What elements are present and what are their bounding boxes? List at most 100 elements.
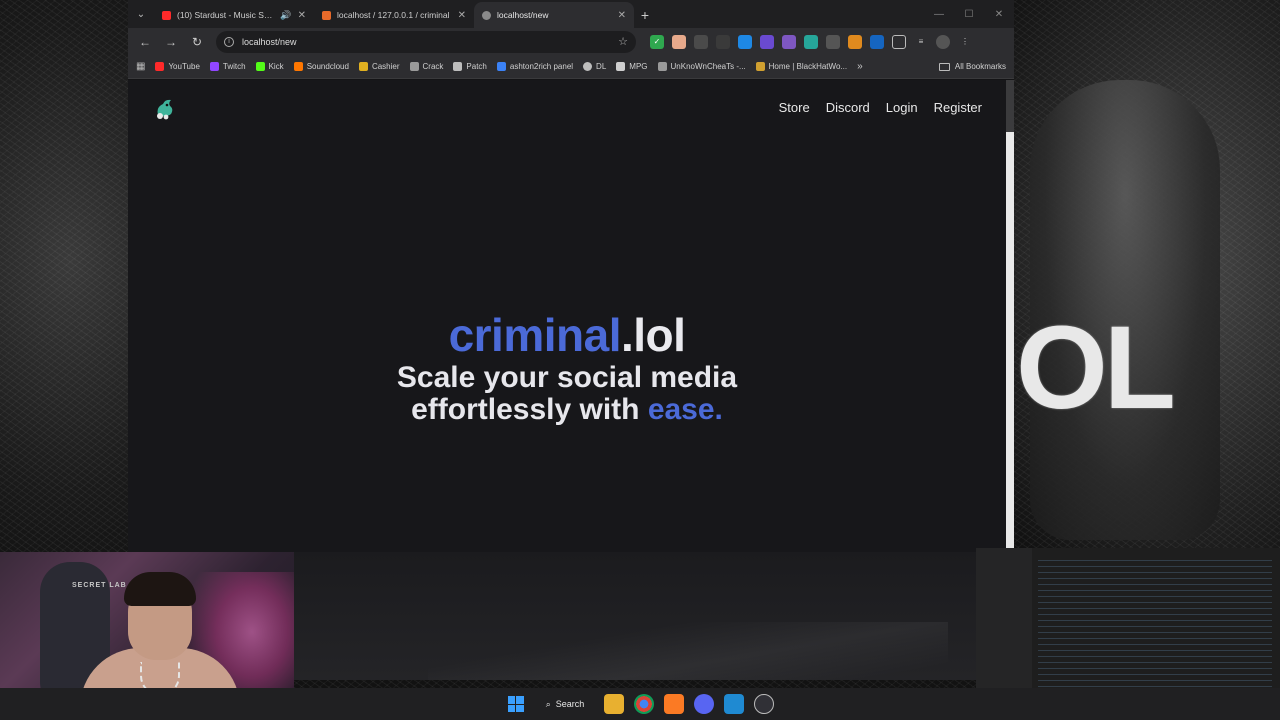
extension-icon[interactable] [694, 34, 708, 49]
brand-tld-text: .lol [620, 309, 686, 361]
speaker-icon[interactable]: 🔊 [280, 10, 291, 21]
extensions-bar: ✓ ≡ ⋮ [650, 34, 972, 49]
brand-heading: criminal.lol [128, 312, 1006, 358]
hero-section: criminal.lol Scale your social media eff… [128, 312, 1006, 427]
chrome-icon[interactable] [634, 694, 655, 714]
folder-icon [938, 62, 950, 71]
bookmark-twitch[interactable]: Twitch [209, 62, 246, 71]
windows-taskbar: ⌕ Search [0, 688, 1280, 720]
address-bar[interactable]: i localhost/new ☆ [216, 30, 636, 53]
back-button[interactable]: ← [134, 31, 156, 53]
bookmark-dl[interactable]: DL [583, 62, 606, 71]
extension-icon[interactable] [870, 34, 884, 49]
streamer-hair [124, 572, 196, 606]
close-window-icon[interactable]: ✕ [984, 9, 1014, 20]
nav-store-link[interactable]: Store [779, 100, 810, 115]
bookmark-label: Twitch [222, 62, 246, 71]
bookmarks-overflow-icon[interactable]: » [857, 61, 863, 72]
close-tab-icon[interactable]: ✕ [618, 10, 626, 21]
forward-button[interactable]: → [160, 31, 182, 53]
close-tab-icon[interactable]: ✕ [298, 10, 306, 21]
mpg-icon [616, 62, 626, 71]
phpmyadmin-favicon-icon [322, 10, 331, 20]
bookmark-panel[interactable]: ashton2rich panel [496, 62, 574, 71]
bookmarks-bar: ▦ YouTube Twitch Kick Soundcloud Cashier… [128, 55, 1014, 79]
windows-logo-icon [507, 696, 524, 712]
all-bookmarks-button[interactable]: All Bookmarks [938, 62, 1006, 71]
apps-grid-icon[interactable]: ▦ [136, 61, 145, 72]
bookmark-unknowncheats[interactable]: UnKnoWnCheaTs -... [657, 62, 746, 71]
all-bookmarks-label: All Bookmarks [954, 62, 1006, 71]
site-logo-icon[interactable] [152, 95, 178, 121]
file-explorer-icon[interactable] [604, 694, 625, 714]
profile-avatar[interactable] [936, 34, 950, 49]
unknowncheats-icon [657, 62, 667, 71]
bookmark-crack[interactable]: Crack [409, 62, 444, 71]
bookmark-patch[interactable]: Patch [453, 62, 487, 71]
extension-icon[interactable] [826, 34, 840, 49]
bookmark-cashier[interactable]: Cashier [358, 62, 400, 71]
minimize-icon[interactable]: — [924, 9, 954, 20]
tab-phpmyadmin[interactable]: localhost / 127.0.0.1 / criminal ✕ [314, 2, 474, 28]
bookmark-label: Soundcloud [306, 62, 349, 71]
bookmark-label: Cashier [371, 62, 400, 71]
close-tab-icon[interactable]: ✕ [458, 10, 466, 21]
bookmark-soundcloud[interactable]: Soundcloud [293, 62, 349, 71]
bookmark-label: Home | BlackHatWo... [768, 62, 848, 71]
wallpaper-text: OL [1016, 302, 1176, 434]
extension-icon[interactable] [738, 34, 752, 49]
bookmark-label: DL [596, 62, 607, 71]
youtube-icon [155, 62, 165, 71]
extensions-puzzle-icon[interactable] [892, 34, 906, 49]
taskbar-search[interactable]: ⌕ Search [536, 693, 595, 715]
nav-register-link[interactable]: Register [934, 100, 982, 115]
bookmark-mpg[interactable]: MPG [616, 62, 648, 71]
soundcloud-icon [293, 62, 303, 71]
site-nav-links: Store Discord Login Register [779, 100, 982, 115]
bookmark-label: Kick [268, 62, 284, 71]
bookmark-star-icon[interactable]: ☆ [618, 35, 628, 48]
kick-icon [255, 62, 265, 71]
bookmark-blackhatworld[interactable]: Home | BlackHatWo... [755, 62, 848, 71]
tab-search-icon[interactable]: ⌄ [128, 0, 154, 28]
extension-icon[interactable] [848, 34, 862, 49]
nav-discord-link[interactable]: Discord [826, 100, 870, 115]
site-info-icon[interactable]: i [224, 36, 234, 47]
tab-localhost-new[interactable]: localhost/new ✕ [474, 2, 634, 28]
bookmark-label: Crack [422, 62, 444, 71]
taskbar-search-label: Search [555, 699, 585, 709]
extension-icon[interactable] [716, 34, 730, 49]
bookmark-youtube[interactable]: YouTube [155, 62, 200, 71]
url-text: localhost/new [242, 36, 297, 47]
shield-extension-icon[interactable]: ✓ [650, 34, 664, 49]
media-control-icon[interactable]: ≡ [914, 35, 928, 49]
browser-window: ⌄ (10) Stardust - Music Soun 🔊 ✕ localho… [128, 0, 1014, 552]
lower-sheen [428, 622, 948, 680]
tab-title: localhost / 127.0.0.1 / criminal [337, 10, 450, 20]
reload-button[interactable]: ↻ [186, 31, 208, 53]
bookmark-label: YouTube [168, 62, 200, 71]
bookmark-kick[interactable]: Kick [255, 62, 284, 71]
vscode-icon[interactable] [724, 694, 745, 714]
bookmark-label: ashton2rich panel [509, 62, 574, 71]
discord-icon[interactable] [694, 694, 715, 714]
twitch-icon [209, 62, 219, 71]
maximize-icon[interactable]: ☐ [954, 9, 984, 20]
chair-logo-text: SECRET LAB [72, 582, 127, 589]
brand-accent-text: criminal [448, 309, 622, 361]
youtube-favicon-icon [162, 10, 171, 20]
menu-kebab-icon[interactable]: ⋮ [958, 35, 972, 49]
extension-icon[interactable] [672, 34, 686, 49]
tab-stardust[interactable]: (10) Stardust - Music Soun 🔊 ✕ [154, 2, 314, 28]
extension-icon[interactable] [782, 34, 796, 49]
crack-icon [409, 62, 419, 71]
nav-login-link[interactable]: Login [886, 100, 918, 115]
bookmark-label: UnKnoWnCheaTs -... [670, 62, 746, 71]
extension-icon[interactable] [760, 34, 774, 49]
new-tab-button[interactable]: + [634, 2, 656, 28]
start-button[interactable] [506, 694, 526, 714]
extension-icon[interactable] [804, 34, 818, 49]
xampp-icon[interactable] [664, 694, 685, 714]
obs-icon[interactable] [754, 694, 775, 714]
tagline-plain-text: effortlessly with [411, 393, 648, 427]
